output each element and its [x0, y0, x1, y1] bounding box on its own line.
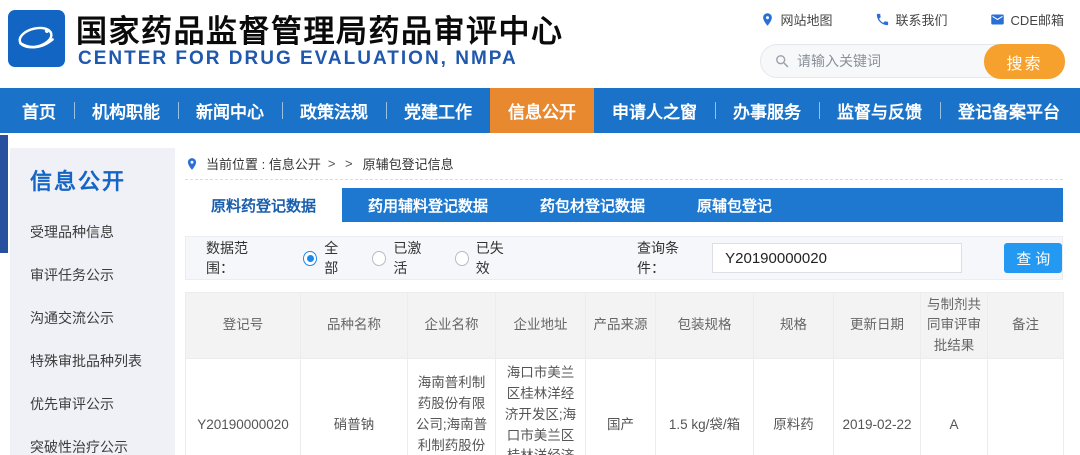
table-header-cell: 更新日期 — [834, 293, 921, 359]
scope-label: 数据范围： — [206, 238, 273, 278]
table-cell-joint-review-result: A — [921, 358, 988, 455]
radio-unselected-icon — [455, 251, 469, 266]
quick-link-label: 联系我们 — [896, 10, 948, 29]
table-header-cell: 与制剂共同审评审批结果 — [921, 293, 988, 359]
location-pin-icon — [760, 12, 775, 27]
page: 国家药品监督管理局药品审评中心 CENTER FOR DRUG EVALUATI… — [0, 0, 1080, 455]
results-table: 登记号 品种名称 企业名称 企业地址 产品来源 包装规格 规格 更新日期 与制剂… — [185, 292, 1064, 455]
table-row: Y20190000020 硝普钠 海南普利制药股份有限公司;海南普利制药股份有限… — [186, 358, 1064, 455]
breadcrumb-pin-icon — [185, 157, 199, 171]
tab-raw-aux-pack-registration[interactable]: 原辅包登记 — [671, 188, 798, 222]
table-cell-company-name: 海南普利制药股份有限公司;海南普利制药股份有限公司 — [408, 358, 496, 455]
table-header-cell: 包装规格 — [656, 293, 754, 359]
phone-icon — [875, 12, 890, 27]
quick-link-sitemap[interactable]: 网站地图 — [760, 10, 833, 29]
tab-excipient-registration-data[interactable]: 药用辅料登记数据 — [342, 188, 514, 222]
sidebar-item-priority-review[interactable]: 优先审评公示 — [10, 382, 175, 425]
nav-item-info-disclosure[interactable]: 信息公开 — [490, 88, 594, 133]
table-cell-registration-number: Y20190000020 — [186, 358, 301, 455]
radio-activated[interactable]: 已激活 — [372, 238, 432, 278]
table-header-cell: 品种名称 — [301, 293, 408, 359]
site-search: 搜索 — [760, 44, 1065, 78]
nav-item-services[interactable]: 办事服务 — [715, 88, 819, 133]
data-tabs: 原料药登记数据 药用辅料登记数据 药包材登记数据 原辅包登记 — [185, 188, 1063, 222]
site-title: 国家药品监督管理局药品审评中心 — [76, 6, 564, 51]
main-nav: 首页 机构职能 新闻中心 政策法规 党建工作 信息公开 申请人之窗 办事服务 监… — [0, 88, 1080, 133]
radio-selected-icon — [303, 251, 317, 266]
table-cell-update-date: 2019-02-22 — [834, 358, 921, 455]
sidebar-title: 信息公开 — [10, 148, 175, 196]
cde-logo-icon — [8, 10, 65, 67]
breadcrumb-current: 原辅包登记信息 — [363, 154, 454, 173]
quick-link-mail[interactable]: CDE邮箱 — [990, 10, 1064, 29]
table-header-cell: 产品来源 — [586, 293, 656, 359]
sidebar-item-special-approval-list[interactable]: 特殊审批品种列表 — [10, 339, 175, 382]
sidebar-list: 受理品种信息 审评任务公示 沟通交流公示 特殊审批品种列表 优先审评公示 突破性… — [10, 210, 175, 455]
sidebar-item-accepted-varieties[interactable]: 受理品种信息 — [10, 210, 175, 253]
scope-radio-group: 全部 已激活 已失效 — [281, 238, 515, 278]
query-button[interactable]: 查询 — [1004, 243, 1062, 273]
nav-item-org-functions[interactable]: 机构职能 — [74, 88, 178, 133]
mail-icon — [990, 12, 1005, 27]
site-logo[interactable] — [8, 10, 65, 67]
nav-item-party-building[interactable]: 党建工作 — [386, 88, 490, 133]
search-icon — [774, 53, 791, 70]
sidebar: 信息公开 受理品种信息 审评任务公示 沟通交流公示 特殊审批品种列表 优先审评公… — [10, 148, 175, 455]
table-cell-variety-name: 硝普钠 — [301, 358, 408, 455]
radio-expired[interactable]: 已失效 — [455, 238, 515, 278]
table-cell-company-address: 海口市美兰区桂林洋经济开发区;海口市美兰区桂林洋经济开发区 — [496, 358, 586, 455]
left-accent-strip — [0, 135, 8, 253]
radio-all[interactable]: 全部 — [303, 238, 350, 278]
breadcrumb: 当前位置 : 信息公开 > > 原辅包登记信息 — [185, 148, 1063, 180]
search-input[interactable] — [797, 46, 982, 76]
breadcrumb-separator: > > — [328, 156, 356, 171]
table-header-row: 登记号 品种名称 企业名称 企业地址 产品来源 包装规格 规格 更新日期 与制剂… — [186, 293, 1064, 359]
tab-packaging-registration-data[interactable]: 药包材登记数据 — [514, 188, 671, 222]
table-cell-product-origin: 国产 — [586, 358, 656, 455]
table-header-cell: 登记号 — [186, 293, 301, 359]
site-subtitle: CENTER FOR DRUG EVALUATION, NMPA — [78, 48, 518, 70]
sidebar-item-breakthrough-therapy[interactable]: 突破性治疗公示 — [10, 425, 175, 455]
quick-links: 网站地图 联系我们 CDE邮箱 — [760, 10, 1064, 29]
nav-item-applicant-window[interactable]: 申请人之窗 — [594, 88, 715, 133]
radio-label: 已激活 — [393, 238, 432, 278]
quick-link-contact[interactable]: 联系我们 — [875, 10, 948, 29]
table-cell-packaging-spec: 1.5 kg/袋/箱 — [656, 358, 754, 455]
quick-link-label: 网站地图 — [781, 10, 833, 29]
table-header-cell: 备注 — [988, 293, 1064, 359]
table-cell-spec: 原料药 — [754, 358, 834, 455]
sidebar-item-review-tasks[interactable]: 审评任务公示 — [10, 253, 175, 296]
filter-bar: 数据范围： 全部 已激活 已失效 查询条件： 查询 — [185, 236, 1063, 280]
sidebar-item-communication[interactable]: 沟通交流公示 — [10, 296, 175, 339]
query-label: 查询条件： — [637, 238, 704, 278]
breadcrumb-location: 当前位置 : 信息公开 — [206, 154, 321, 173]
radio-unselected-icon — [372, 251, 386, 266]
tab-api-registration-data[interactable]: 原料药登记数据 — [185, 188, 342, 222]
query-input[interactable] — [712, 243, 962, 273]
table-header-cell: 企业名称 — [408, 293, 496, 359]
site-header: 国家药品监督管理局药品审评中心 CENTER FOR DRUG EVALUATI… — [0, 0, 1080, 88]
table-header-cell: 企业地址 — [496, 293, 586, 359]
nav-item-policy[interactable]: 政策法规 — [282, 88, 386, 133]
nav-item-supervision-feedback[interactable]: 监督与反馈 — [819, 88, 940, 133]
nav-item-registration-platform[interactable]: 登记备案平台 — [940, 88, 1078, 133]
nav-item-news-center[interactable]: 新闻中心 — [178, 88, 282, 133]
quick-link-label: CDE邮箱 — [1011, 10, 1064, 29]
table-cell-remarks — [988, 358, 1064, 455]
search-button[interactable]: 搜索 — [984, 44, 1065, 79]
table-header-cell: 规格 — [754, 293, 834, 359]
nav-item-home[interactable]: 首页 — [4, 88, 74, 133]
radio-label: 已失效 — [476, 238, 515, 278]
radio-label: 全部 — [324, 238, 350, 278]
